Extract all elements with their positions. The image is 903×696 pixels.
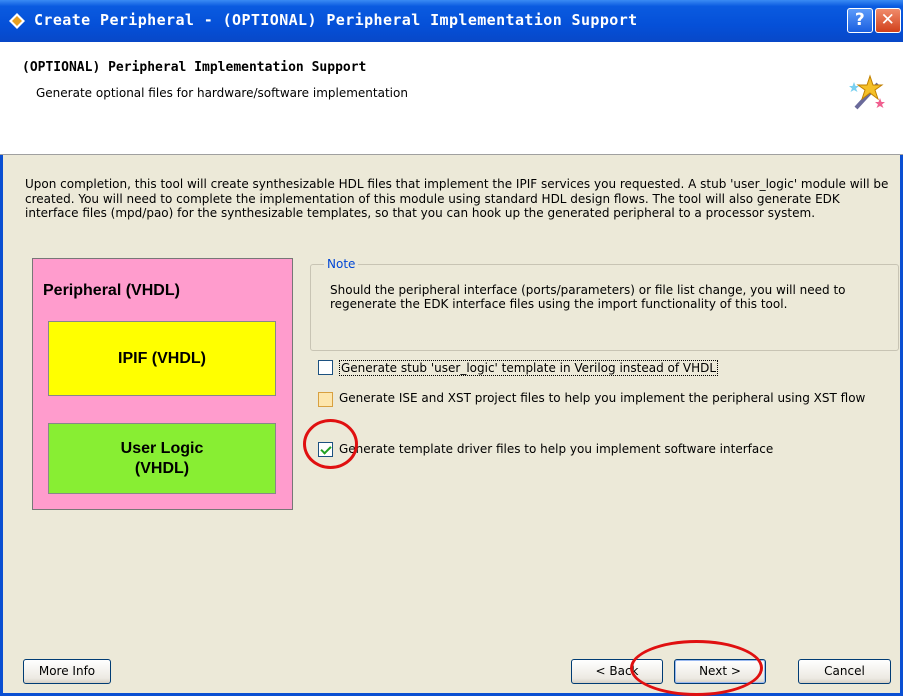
ise-xst-option: Generate ISE and XST project files to he… bbox=[318, 392, 878, 407]
driver-option-label[interactable]: Generate template driver files to help y… bbox=[339, 442, 773, 456]
user-logic-label: User Logic (VHDL) bbox=[120, 439, 204, 477]
wizard-sparkle-icon bbox=[849, 74, 885, 110]
note-groupbox: Note Should the peripheral interface (po… bbox=[310, 257, 899, 351]
page-title: (OPTIONAL) Peripheral Implementation Sup… bbox=[22, 60, 367, 75]
ise-xst-checkbox bbox=[318, 392, 333, 407]
verilog-checkbox[interactable] bbox=[318, 360, 333, 375]
app-icon bbox=[9, 13, 25, 29]
peripheral-diagram: Peripheral (VHDL) IPIF (VHDL) User Logic… bbox=[32, 258, 293, 510]
note-legend: Note bbox=[324, 257, 359, 271]
driver-checkbox[interactable] bbox=[318, 442, 333, 457]
note-text: Should the peripheral interface (ports/p… bbox=[330, 283, 846, 311]
wizard-header: (OPTIONAL) Peripheral Implementation Sup… bbox=[0, 42, 903, 155]
title-bar: Create Peripheral - (OPTIONAL) Periphera… bbox=[0, 0, 903, 42]
next-button[interactable]: Next > bbox=[674, 659, 766, 684]
ise-xst-option-label: Generate ISE and XST project files to he… bbox=[339, 391, 866, 405]
user-logic-block: User Logic (VHDL) bbox=[48, 423, 276, 494]
verilog-option-label[interactable]: Generate stub 'user_logic' template in V… bbox=[339, 360, 719, 376]
verilog-option[interactable]: Generate stub 'user_logic' template in V… bbox=[318, 360, 719, 376]
peripheral-label: Peripheral (VHDL) bbox=[43, 282, 180, 299]
more-info-button[interactable]: More Info bbox=[23, 659, 111, 684]
window-title: Create Peripheral - (OPTIONAL) Periphera… bbox=[34, 11, 638, 29]
description-text: Upon completion, this tool will create s… bbox=[25, 177, 889, 220]
close-button[interactable]: ✕ bbox=[875, 8, 901, 33]
help-button[interactable]: ? bbox=[847, 8, 873, 33]
wizard-body: Upon completion, this tool will create s… bbox=[0, 155, 903, 696]
cancel-button[interactable]: Cancel bbox=[798, 659, 891, 684]
ipif-block: IPIF (VHDL) bbox=[48, 321, 276, 396]
driver-option[interactable]: Generate template driver files to help y… bbox=[318, 442, 773, 457]
back-button[interactable]: < Back bbox=[571, 659, 663, 684]
page-subtitle: Generate optional files for hardware/sof… bbox=[36, 86, 408, 100]
